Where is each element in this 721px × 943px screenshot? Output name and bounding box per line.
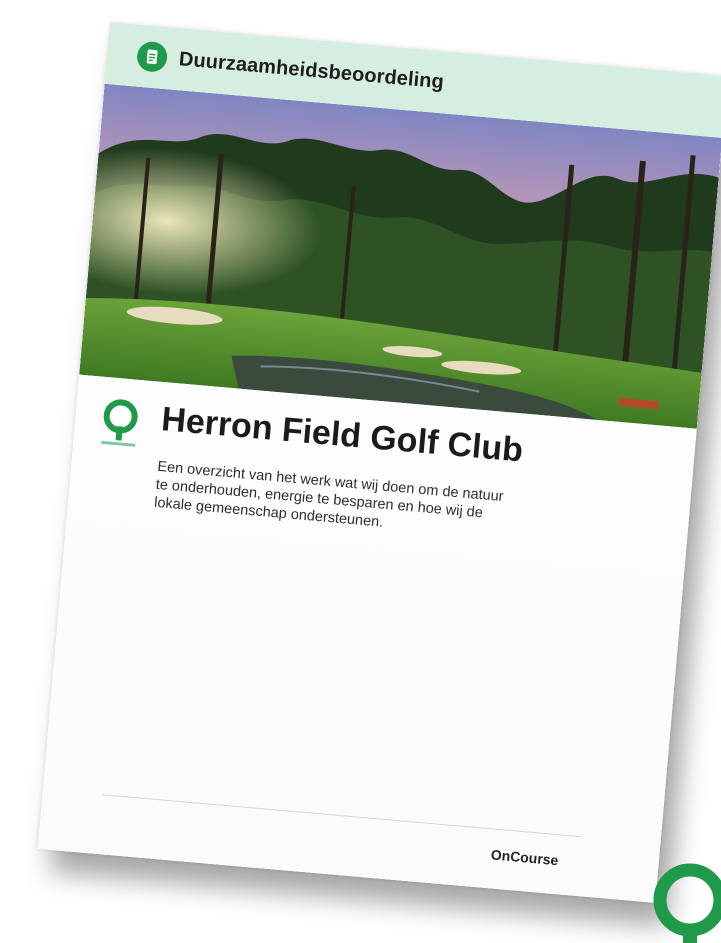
- club-name: Herron Field Golf Club: [159, 400, 525, 470]
- document-page: Duurzaamheidsbeoordeling Herron Field Go…: [37, 22, 721, 903]
- footer-divider: [102, 794, 581, 838]
- document-icon: [135, 40, 169, 74]
- stage: Duurzaamheidsbeoordeling Herron Field Go…: [0, 0, 721, 943]
- footer-brand: OnCourse: [490, 846, 560, 869]
- hero-photo: [79, 83, 721, 429]
- header-title: Duurzaamheidsbeoordeling: [178, 47, 445, 93]
- club-description: Een overzicht van het werk wat wij doen …: [153, 458, 505, 531]
- golf-pin-logo-corner: [653, 863, 721, 943]
- golf-pin-logo: [101, 399, 138, 447]
